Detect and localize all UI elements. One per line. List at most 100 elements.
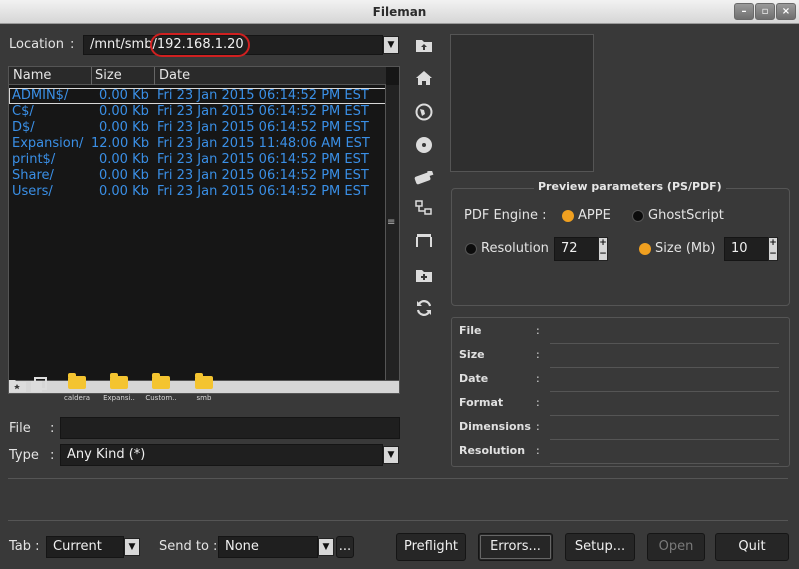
file-row-selected[interactable]: ADMIN$/ 0.00 Kb Fri 23 Jan 2015 06:14:52… xyxy=(9,88,386,104)
tab-select[interactable]: Current xyxy=(46,536,124,558)
folder-icon xyxy=(110,373,128,389)
file-list[interactable]: Name Size Date ADMIN$/ 0.00 Kb Fri 23 Ja… xyxy=(8,66,400,394)
window-icon[interactable] xyxy=(412,232,436,254)
size-input[interactable]: 10 xyxy=(724,237,770,261)
sendto-label: Send to : xyxy=(159,539,218,554)
file-date: Fri 23 Jan 2015 11:48:06 AM EST xyxy=(157,136,370,151)
radio-appe[interactable] xyxy=(562,210,574,222)
location-sep: : xyxy=(70,37,75,52)
file-size: 0.00 Kb xyxy=(99,120,149,135)
resolution-label[interactable]: Resolution xyxy=(481,241,549,256)
quit-button[interactable]: Quit xyxy=(715,533,789,561)
radio-ghostscript[interactable] xyxy=(632,210,644,222)
resolution-up[interactable]: + xyxy=(599,238,607,249)
file-size: 0.00 Kb xyxy=(99,104,149,119)
radio-resolution[interactable] xyxy=(465,243,477,255)
location-label: Location xyxy=(9,37,64,52)
file-name: ADMIN$/ xyxy=(12,88,69,103)
preview-params-group: Preview parameters (PS/PDF) PDF Engine :… xyxy=(451,180,790,306)
minimize-button[interactable]: – xyxy=(734,3,754,20)
file-name: C$/ xyxy=(12,104,34,119)
size-label[interactable]: Size (Mb) xyxy=(655,241,715,256)
info-sep: : xyxy=(536,372,540,385)
new-folder-icon[interactable] xyxy=(412,267,436,289)
header-divider xyxy=(154,67,155,85)
bookmark-folder[interactable]: Expansi.. xyxy=(100,373,138,402)
tab-dropdown-arrow[interactable] xyxy=(124,538,140,556)
file-input[interactable] xyxy=(60,417,400,439)
file-list-vscrollbar[interactable]: ≡ xyxy=(385,85,399,381)
info-row-file: File : xyxy=(452,320,789,344)
file-name: Users/ xyxy=(12,184,53,199)
info-key: Format xyxy=(459,396,504,409)
fileman-window: Location : /mnt/smb/192.168.1.20 Name Si… xyxy=(0,25,799,569)
divider xyxy=(8,478,788,479)
tab-label: Tab : xyxy=(9,539,40,554)
file-name: print$/ xyxy=(12,152,56,167)
parent-folder-icon[interactable] xyxy=(412,37,436,59)
folder-icon xyxy=(152,373,170,389)
info-row-resolution: Resolution : xyxy=(452,440,789,464)
sendto-select[interactable]: None xyxy=(218,536,318,558)
resolution-spinner[interactable]: + − xyxy=(598,237,608,261)
resolution-input[interactable]: 72 xyxy=(554,237,600,261)
file-list-header: Name Size Date xyxy=(9,67,386,85)
open-button[interactable]: Open xyxy=(647,533,705,561)
tree-view-icon[interactable] xyxy=(412,200,436,222)
maximize-button[interactable]: ▫ xyxy=(755,3,775,20)
type-dropdown-arrow[interactable] xyxy=(383,446,399,464)
errors-button[interactable]: Errors... xyxy=(478,533,553,561)
info-key: File xyxy=(459,324,482,337)
sendto-dropdown-arrow[interactable] xyxy=(318,538,334,556)
usb-drive-icon[interactable] xyxy=(412,169,436,191)
file-name: D$/ xyxy=(12,120,35,135)
vscroll-grip[interactable]: ≡ xyxy=(387,217,395,228)
size-up[interactable]: + xyxy=(769,238,777,249)
info-row-dimensions: Dimensions : xyxy=(452,416,789,440)
info-row-format: Format : xyxy=(452,392,789,416)
file-row[interactable]: Share/ 0.00 Kb Fri 23 Jan 2015 06:14:52 … xyxy=(9,168,386,184)
bookmark-label: smb xyxy=(196,394,212,402)
size-spinner[interactable]: + − xyxy=(768,237,778,261)
cd-drive-icon[interactable] xyxy=(412,136,436,158)
bookmark-folder[interactable]: smb xyxy=(185,373,223,402)
network-icon[interactable] xyxy=(412,103,436,125)
info-sep: : xyxy=(536,348,540,361)
size-down[interactable]: − xyxy=(769,249,777,260)
title-bar: Fileman – ▫ × xyxy=(0,0,799,24)
column-header-name[interactable]: Name xyxy=(13,68,51,83)
info-underline xyxy=(550,463,779,464)
type-select[interactable]: Any Kind (*) xyxy=(60,444,383,466)
info-sep: : xyxy=(536,396,540,409)
location-dropdown-arrow[interactable] xyxy=(383,36,399,54)
file-row[interactable]: Users/ 0.00 Kb Fri 23 Jan 2015 06:14:52 … xyxy=(9,184,386,200)
file-size: 12.00 Kb xyxy=(91,136,150,151)
radio-ghostscript-label[interactable]: GhostScript xyxy=(648,208,724,223)
info-sep: : xyxy=(536,444,540,457)
bookmark-folder[interactable]: Custom.. xyxy=(142,373,180,402)
file-row[interactable]: print$/ 0.00 Kb Fri 23 Jan 2015 06:14:52… xyxy=(9,152,386,168)
column-header-size[interactable]: Size xyxy=(95,68,122,83)
file-date: Fri 23 Jan 2015 06:14:52 PM EST xyxy=(157,88,369,103)
resolution-down[interactable]: − xyxy=(599,249,607,260)
highlight-annotation xyxy=(150,33,250,57)
file-label: File xyxy=(9,421,31,436)
setup-button[interactable]: Setup... xyxy=(565,533,635,561)
file-row[interactable]: D$/ 0.00 Kb Fri 23 Jan 2015 06:14:52 PM … xyxy=(9,120,386,136)
file-row[interactable]: Expansion/ 12.00 Kb Fri 23 Jan 2015 11:4… xyxy=(9,136,386,152)
home-icon[interactable] xyxy=(412,70,436,92)
close-button[interactable]: × xyxy=(776,3,796,20)
sendto-more-button[interactable]: ... xyxy=(336,536,354,558)
refresh-icon[interactable] xyxy=(412,299,436,321)
file-row[interactable]: C$/ 0.00 Kb Fri 23 Jan 2015 06:14:52 PM … xyxy=(9,104,386,120)
bookmarks-manage-icon[interactable] xyxy=(29,377,49,397)
radio-appe-label[interactable]: APPE xyxy=(578,208,611,223)
bookmark-folder[interactable]: caldera xyxy=(58,373,96,402)
info-sep: : xyxy=(536,420,540,433)
divider xyxy=(8,520,788,521)
preflight-button[interactable]: Preflight xyxy=(396,533,466,561)
file-date: Fri 23 Jan 2015 06:14:52 PM EST xyxy=(157,152,369,167)
bookmark-add-icon[interactable] xyxy=(8,377,28,397)
radio-size[interactable] xyxy=(639,243,651,255)
column-header-date[interactable]: Date xyxy=(159,68,190,83)
